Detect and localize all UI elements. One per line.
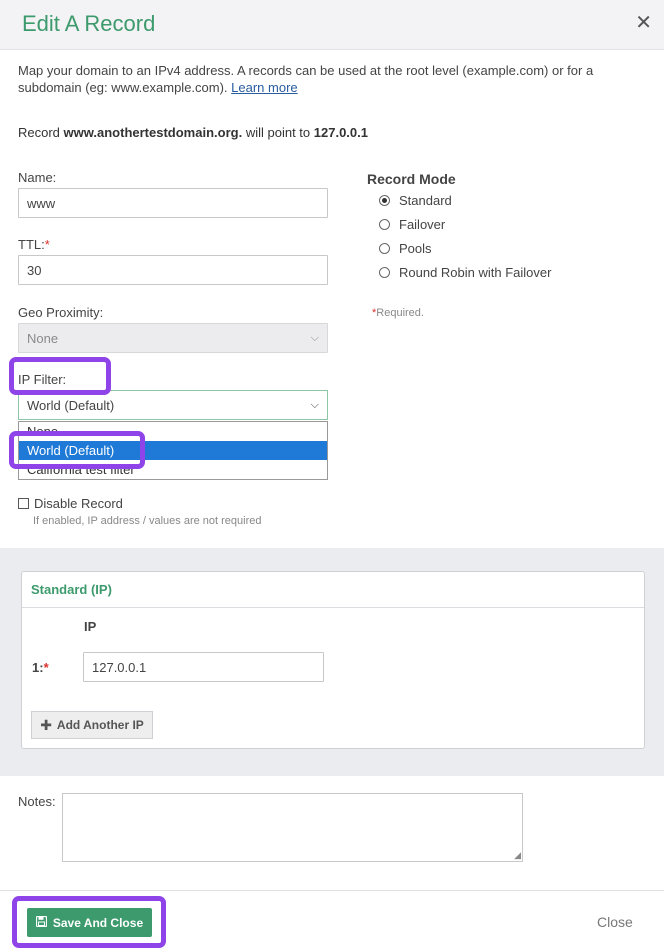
description-text: Map your domain to an IPv4 address. A re… xyxy=(18,63,594,95)
row-index-text: 1: xyxy=(32,660,44,675)
record-summary: Record www.anothertestdomain.org. will p… xyxy=(18,125,368,140)
add-another-ip-label: Add Another IP xyxy=(56,718,144,732)
notes-textarea[interactable]: ◢ xyxy=(62,793,523,862)
radio-label: Pools xyxy=(399,241,432,256)
highlight-ip-filter-label xyxy=(9,357,111,395)
record-prefix: Record xyxy=(18,125,60,140)
chevron-down-icon: ⌵ xyxy=(310,332,319,344)
highlight-world-default-option xyxy=(9,431,145,469)
radio-button-checked[interactable] xyxy=(379,195,390,206)
close-button[interactable]: Close xyxy=(597,914,633,930)
ttl-input[interactable]: 30 xyxy=(18,255,328,285)
ip-row-index: 1:* xyxy=(32,660,49,675)
add-another-ip-button[interactable]: ✚ Add Another IP xyxy=(31,711,153,739)
standard-ip-panel: Standard (IP) IP 1:* 127.0.0.1 ✚ Add Ano… xyxy=(21,571,645,749)
required-note-text: Required. xyxy=(376,307,424,319)
record-ip: 127.0.0.1 xyxy=(313,125,368,140)
required-note: *Required. xyxy=(372,307,424,319)
ip-filter-value: World (Default) xyxy=(27,397,115,413)
highlight-save-button xyxy=(12,896,166,948)
radio-pools[interactable]: Pools xyxy=(379,241,432,256)
radio-label: Round Robin with Failover xyxy=(399,265,552,280)
chevron-down-icon: ⌵ xyxy=(310,399,319,411)
required-asterisk: * xyxy=(44,237,50,252)
radio-round-robin-failover[interactable]: Round Robin with Failover xyxy=(379,265,551,280)
disable-record-row[interactable]: Disable Record xyxy=(18,496,123,511)
radio-button[interactable] xyxy=(379,219,390,230)
name-value: www xyxy=(27,195,56,211)
plus-icon: ✚ xyxy=(40,716,52,733)
radio-failover[interactable]: Failover xyxy=(379,217,445,232)
geo-proximity-value: None xyxy=(27,330,59,346)
modal-title: Edit A Record xyxy=(22,11,156,36)
learn-more-link[interactable]: Learn more xyxy=(231,80,297,95)
name-label: Name: xyxy=(18,170,57,185)
record-domain: www.anothertestdomain.org. xyxy=(63,125,243,140)
ip-column-header: IP xyxy=(84,619,97,634)
close-icon[interactable]: ✕ xyxy=(635,12,652,34)
ip-input[interactable]: 127.0.0.1 xyxy=(83,652,324,682)
footer-divider xyxy=(0,890,664,891)
ip-value: 127.0.0.1 xyxy=(92,659,147,675)
radio-standard[interactable]: Standard xyxy=(379,193,452,208)
geo-proximity-select: None ⌵ xyxy=(18,323,328,353)
radio-label: Failover xyxy=(399,217,446,232)
ttl-label-text: TTL: xyxy=(18,237,45,252)
record-mode-title: Record Mode xyxy=(367,171,456,187)
ttl-value: 30 xyxy=(27,262,42,278)
name-input[interactable]: www xyxy=(18,188,328,218)
description: Map your domain to an IPv4 address. A re… xyxy=(18,62,638,96)
radio-button[interactable] xyxy=(379,243,390,254)
disable-record-hint: If enabled, IP address / values are not … xyxy=(33,515,262,527)
notes-label: Notes: xyxy=(18,794,56,809)
record-middle: will point to xyxy=(245,125,311,140)
geo-proximity-label: Geo Proximity: xyxy=(18,305,104,320)
modal-header: Edit A Record ✕ xyxy=(0,0,664,50)
radio-button[interactable] xyxy=(379,267,390,278)
radio-label: Standard xyxy=(399,193,452,208)
disable-record-label: Disable Record xyxy=(34,496,123,511)
panel-title: Standard (IP) xyxy=(22,572,644,608)
ttl-label: TTL:* xyxy=(18,237,50,252)
required-asterisk: * xyxy=(43,660,49,675)
disable-record-checkbox[interactable] xyxy=(18,498,29,509)
resize-handle-icon[interactable]: ◢ xyxy=(514,851,521,860)
